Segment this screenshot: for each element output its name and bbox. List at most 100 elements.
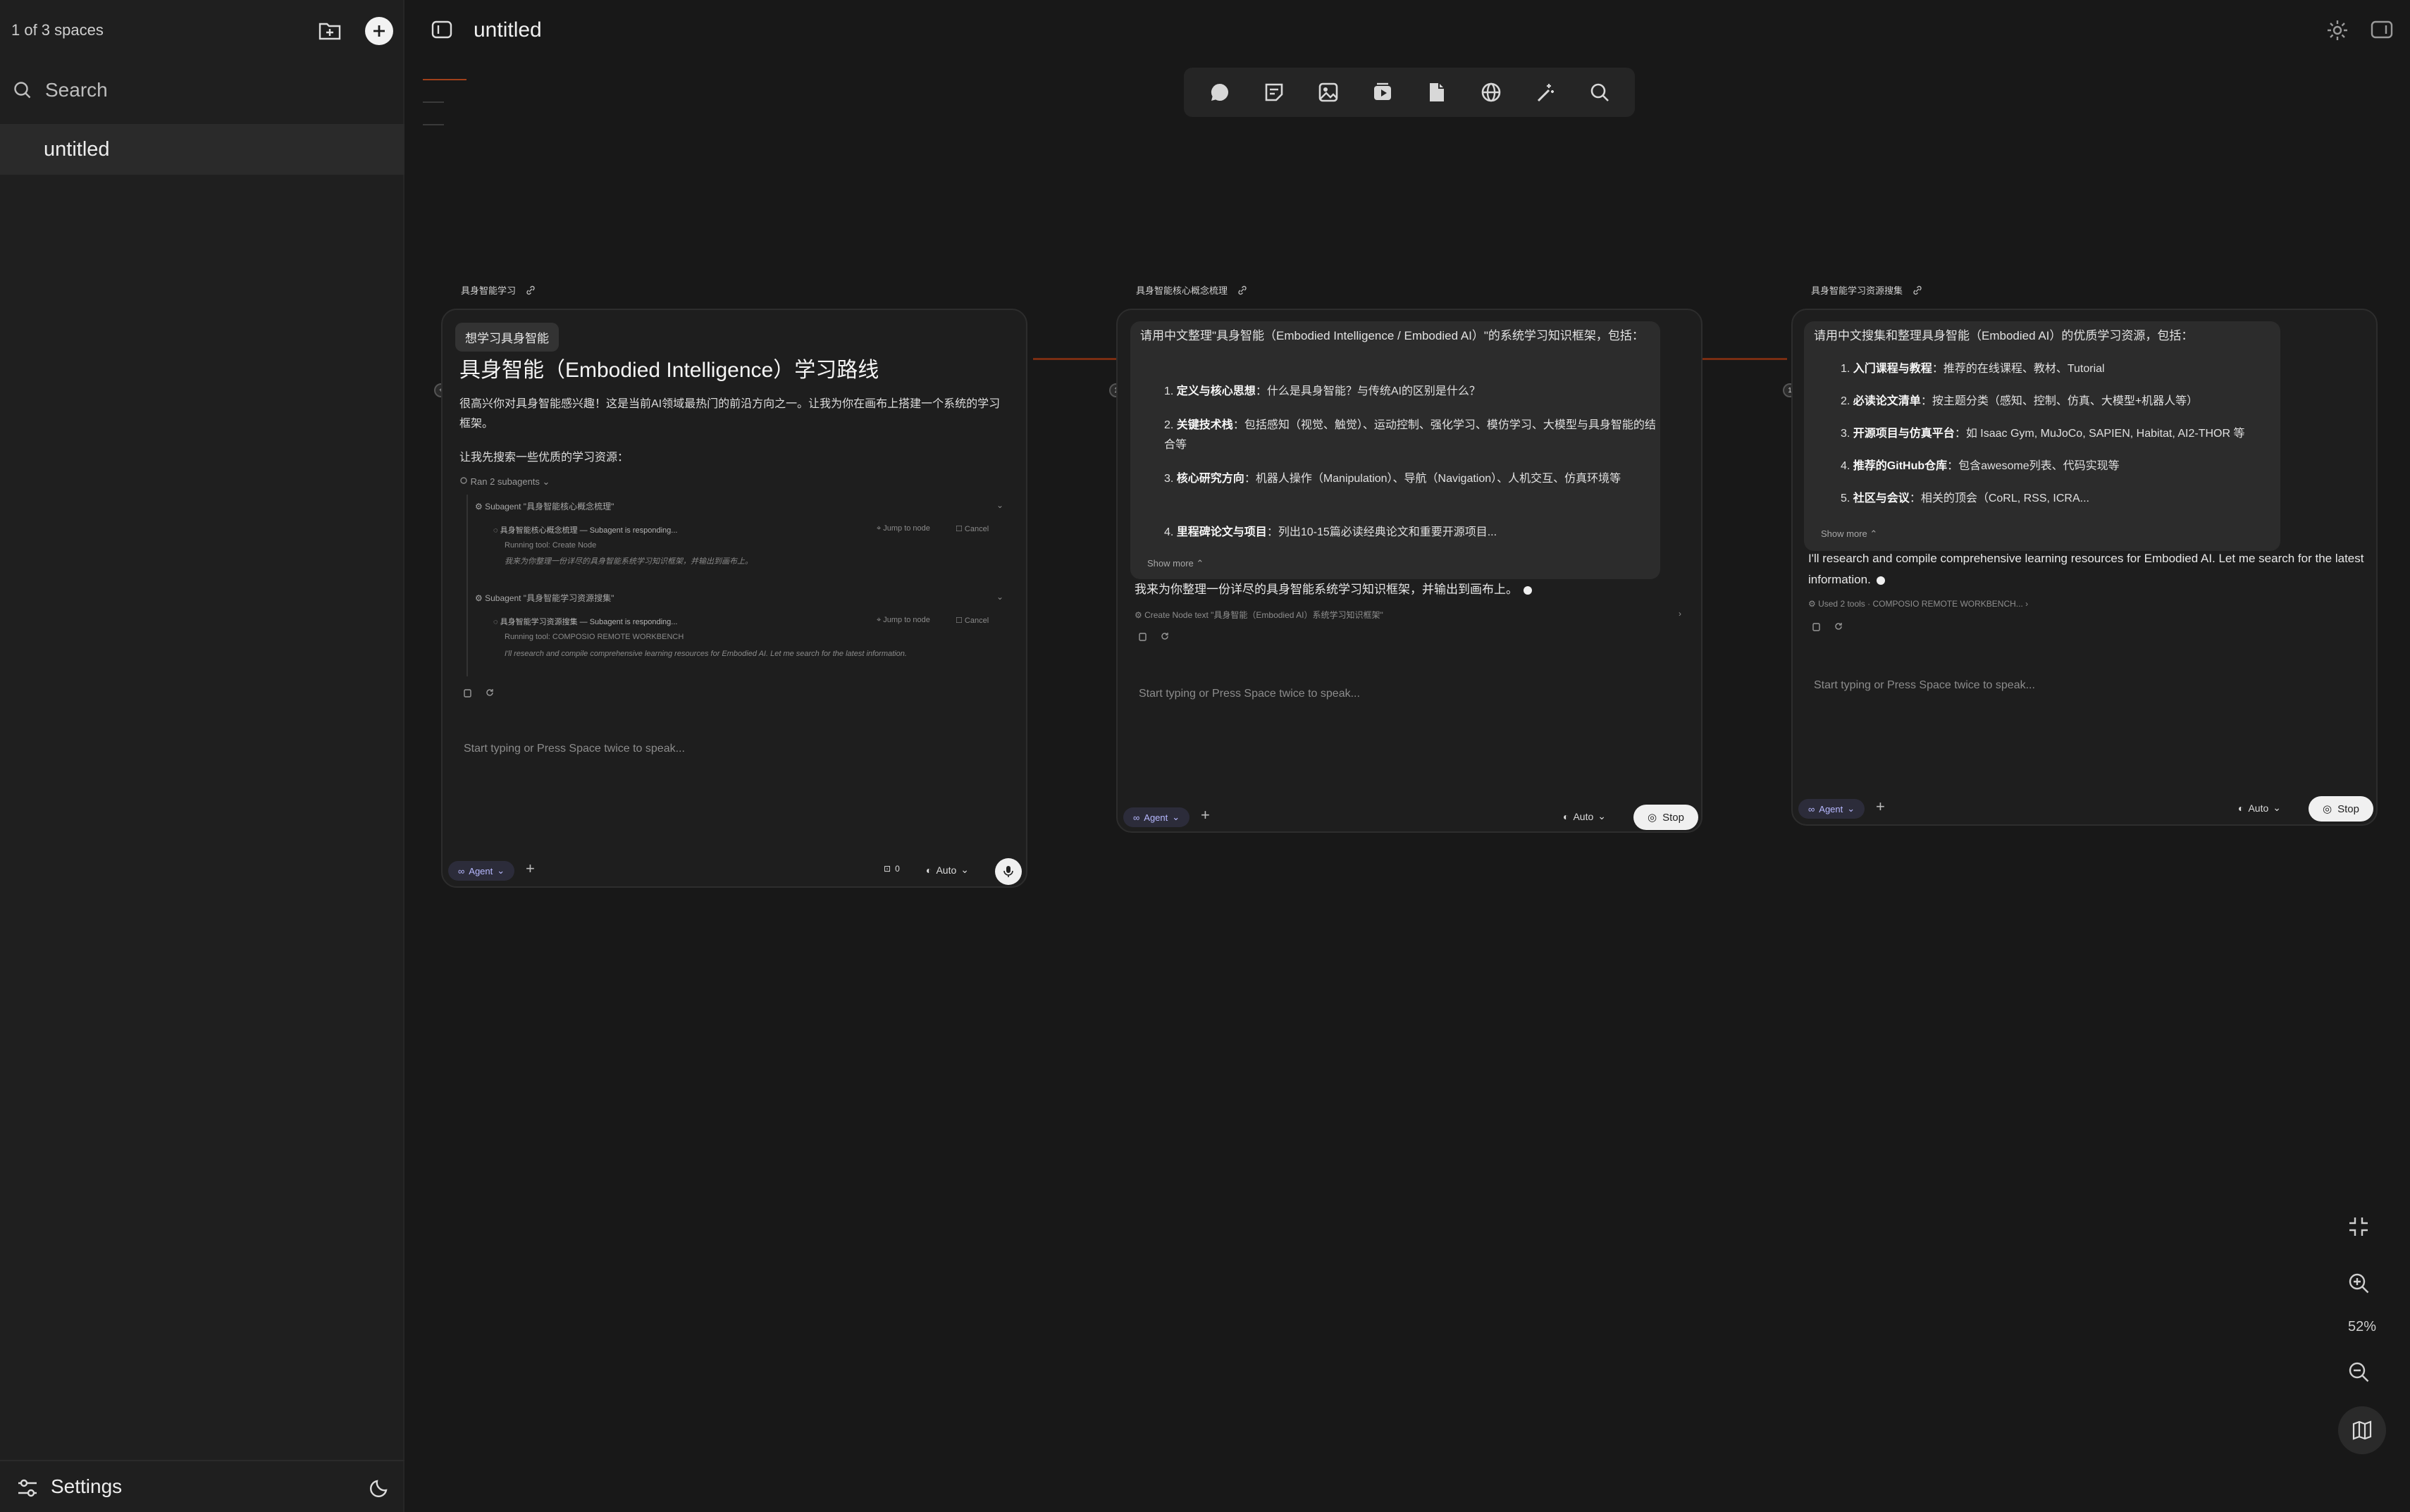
node-1-title: 具身智能学习 bbox=[461, 285, 517, 296]
subagent-2-header[interactable]: ⚙ Subagent "具身智能学习资源搜集" bbox=[475, 592, 614, 604]
fit-view-button[interactable] bbox=[2347, 1215, 2371, 1242]
zoom-out-icon bbox=[2349, 1362, 2369, 1382]
add-attachment-button[interactable]: + bbox=[1876, 798, 1885, 816]
sidebar-item-label: untitled bbox=[44, 138, 110, 161]
subagent-1-preview: 我来为你整理一份详尽的具身智能系统学习知识框架，并输出到画布上。 bbox=[505, 557, 753, 566]
model-select[interactable]: ◐ Auto ⌄ bbox=[926, 864, 969, 876]
show-more-button[interactable]: Show more ⌃ bbox=[1147, 558, 1204, 569]
sidebar-search[interactable] bbox=[0, 70, 404, 110]
cancel-button[interactable]: ☐ Cancel bbox=[956, 524, 989, 533]
chevron-down-icon[interactable]: ⌄ bbox=[996, 592, 1003, 602]
tool-web[interactable] bbox=[1471, 73, 1511, 112]
model-select[interactable]: ◐ Auto ⌄ bbox=[2238, 802, 2281, 814]
node-1[interactable]: 想学习具身智能 具身智能（Embodied Intelligence）学习路线 … bbox=[441, 309, 1027, 888]
tool-chat[interactable] bbox=[1200, 73, 1240, 112]
zoom-in-button[interactable] bbox=[2347, 1271, 2371, 1299]
page-title[interactable]: untitled bbox=[474, 18, 542, 42]
link-icon[interactable] bbox=[1237, 285, 1247, 295]
new-space-button[interactable] bbox=[365, 17, 393, 45]
cancel-button[interactable]: ☐ Cancel bbox=[956, 616, 989, 625]
node-3[interactable]: 请用中文搜集和整理具身智能（Embodied AI）的优质学习资源，包括： 1.… bbox=[1791, 309, 2378, 826]
node-3-label[interactable]: 具身智能学习资源搜集 bbox=[1811, 283, 1922, 297]
link-icon[interactable] bbox=[526, 285, 536, 295]
sidebar-header: 1 of 3 spaces bbox=[0, 0, 404, 62]
context-count[interactable]: ⊡ 0 bbox=[884, 864, 900, 874]
chevron-down-icon[interactable]: ⌄ bbox=[996, 500, 1003, 510]
agent-mode-button[interactable]: ∞ Agent ⌄ bbox=[1123, 807, 1190, 827]
link-icon[interactable] bbox=[1912, 285, 1922, 295]
video-icon bbox=[1373, 82, 1391, 100]
chat-input[interactable]: Start typing or Press Space twice to spe… bbox=[1139, 688, 1360, 700]
chevron-right-icon[interactable]: › bbox=[1679, 609, 1681, 619]
response-lead: 让我先搜索一些优质的学习资源： bbox=[459, 452, 629, 464]
tool-call-line[interactable]: ⚙ Create Node text "具身智能（Embodied AI）系统学… bbox=[1135, 609, 1383, 621]
retry-icon[interactable] bbox=[485, 688, 495, 698]
jump-to-node-button[interactable]: ⌖ Jump to node bbox=[877, 616, 930, 625]
infinity-icon: ∞ bbox=[1133, 812, 1140, 823]
retry-icon[interactable] bbox=[1160, 631, 1170, 641]
jump-to-node-button[interactable]: ⌖ Jump to node bbox=[877, 524, 930, 533]
typing-indicator bbox=[1524, 585, 1532, 595]
chat-icon bbox=[1211, 84, 1228, 101]
collapse-icon bbox=[2349, 1217, 2368, 1236]
subagent-list: ⚙ Subagent "具身智能核心概念梳理" ⌄ ◌ 具身智能核心概念梳理 —… bbox=[466, 495, 1009, 676]
tool-call-line[interactable]: ⚙ Used 2 tools · COMPOSIO REMOTE WORKBEN… bbox=[1808, 599, 2028, 609]
request-text: 请用中文搜集和整理具身智能（Embodied AI）的优质学习资源，包括： bbox=[1814, 329, 2194, 342]
zoom-out-button[interactable] bbox=[2347, 1360, 2371, 1387]
minimap-lines bbox=[423, 79, 466, 147]
message-actions bbox=[1137, 631, 1170, 641]
edge-node1-node2 bbox=[1033, 358, 1116, 360]
tool-search[interactable] bbox=[1580, 73, 1619, 112]
voice-button[interactable] bbox=[995, 858, 1022, 885]
node-2-label[interactable]: 具身智能核心概念梳理 bbox=[1136, 283, 1247, 297]
copy-icon[interactable] bbox=[462, 688, 472, 698]
show-more-button[interactable]: Show more ⌃ bbox=[1821, 528, 1877, 540]
context-icon: ⊡ bbox=[884, 864, 891, 874]
agent-mode-button[interactable]: ∞ Agent ⌄ bbox=[1798, 799, 1865, 819]
globe-icon bbox=[1481, 82, 1500, 102]
chat-input[interactable]: Start typing or Press Space twice to spe… bbox=[1814, 679, 2035, 692]
tool-video[interactable] bbox=[1363, 73, 1402, 112]
copy-icon[interactable] bbox=[1811, 621, 1821, 631]
moon-icon[interactable] bbox=[369, 1477, 390, 1498]
zoom-level: 52% bbox=[2347, 1319, 2377, 1334]
subagent-1-running: Running tool: Create Node bbox=[505, 541, 597, 550]
tool-document[interactable] bbox=[1417, 73, 1457, 112]
add-attachment-button[interactable]: + bbox=[526, 860, 535, 878]
request-item-3: 3. 核心研究方向：机器人操作（Manipulation）、导航（Navigat… bbox=[1164, 473, 1621, 485]
request-item-5: 5. 社区与会议：相关的顶会（CoRL, RSS, ICRA... bbox=[1841, 492, 2089, 504]
tool-image[interactable] bbox=[1309, 73, 1348, 112]
subagent-1-header[interactable]: ⚙ Subagent "具身智能核心概念梳理" bbox=[475, 500, 614, 512]
sidebar-toggle-button[interactable] bbox=[431, 20, 452, 43]
sidebar-item-untitled[interactable]: untitled bbox=[0, 124, 404, 175]
gear-icon bbox=[2328, 20, 2347, 40]
node-1-label[interactable]: 具身智能学习 bbox=[461, 283, 536, 297]
new-folder-button[interactable] bbox=[316, 17, 344, 45]
add-attachment-button[interactable]: + bbox=[1201, 806, 1210, 824]
zoom-in-icon bbox=[2349, 1273, 2369, 1294]
panel-right-icon bbox=[2371, 20, 2393, 39]
request-item-3: 3. 开源项目与仿真平台：如 Isaac Gym, MuJoCo, SAPIEN… bbox=[1841, 428, 2245, 440]
search-input[interactable] bbox=[45, 76, 383, 104]
request-item-4: 4. 里程碑论文与项目：列出10-15篇必读经典论文和重要开源项目... bbox=[1164, 526, 1497, 538]
image-icon bbox=[1318, 82, 1337, 102]
sidebar: 1 of 3 spaces untitled Settings bbox=[0, 0, 404, 1512]
tool-magic[interactable] bbox=[1526, 73, 1565, 112]
tool-note[interactable] bbox=[1254, 73, 1294, 112]
copy-icon[interactable] bbox=[1137, 631, 1147, 641]
agent-mode-button[interactable]: ∞ Agent ⌄ bbox=[448, 861, 515, 881]
subagent-2-preview: I'll research and compile comprehensive … bbox=[505, 650, 907, 658]
settings-button[interactable]: Settings bbox=[0, 1461, 282, 1512]
request-item-4: 4. 推荐的GitHub仓库：包含awesome列表、代码实现等 bbox=[1841, 460, 2120, 472]
chat-input[interactable]: Start typing or Press Space twice to spe… bbox=[464, 743, 685, 755]
retry-icon[interactable] bbox=[1834, 621, 1843, 631]
stop-button[interactable]: ◎ Stop bbox=[2309, 796, 2373, 822]
stop-button[interactable]: ◎ Stop bbox=[1633, 805, 1698, 830]
minimap-button[interactable] bbox=[2338, 1406, 2386, 1454]
right-panel-toggle-button[interactable] bbox=[2371, 20, 2393, 43]
node-2[interactable]: 请用中文整理"具身智能（Embodied Intelligence / Embo… bbox=[1116, 309, 1703, 833]
model-icon: ◐ bbox=[2238, 802, 2244, 814]
ran-subagents-toggle[interactable]: Ran 2 subagents ⌄ bbox=[459, 476, 550, 488]
settings-gear-button[interactable] bbox=[2325, 18, 2349, 46]
model-select[interactable]: ◐ Auto ⌄ bbox=[1563, 810, 1606, 822]
